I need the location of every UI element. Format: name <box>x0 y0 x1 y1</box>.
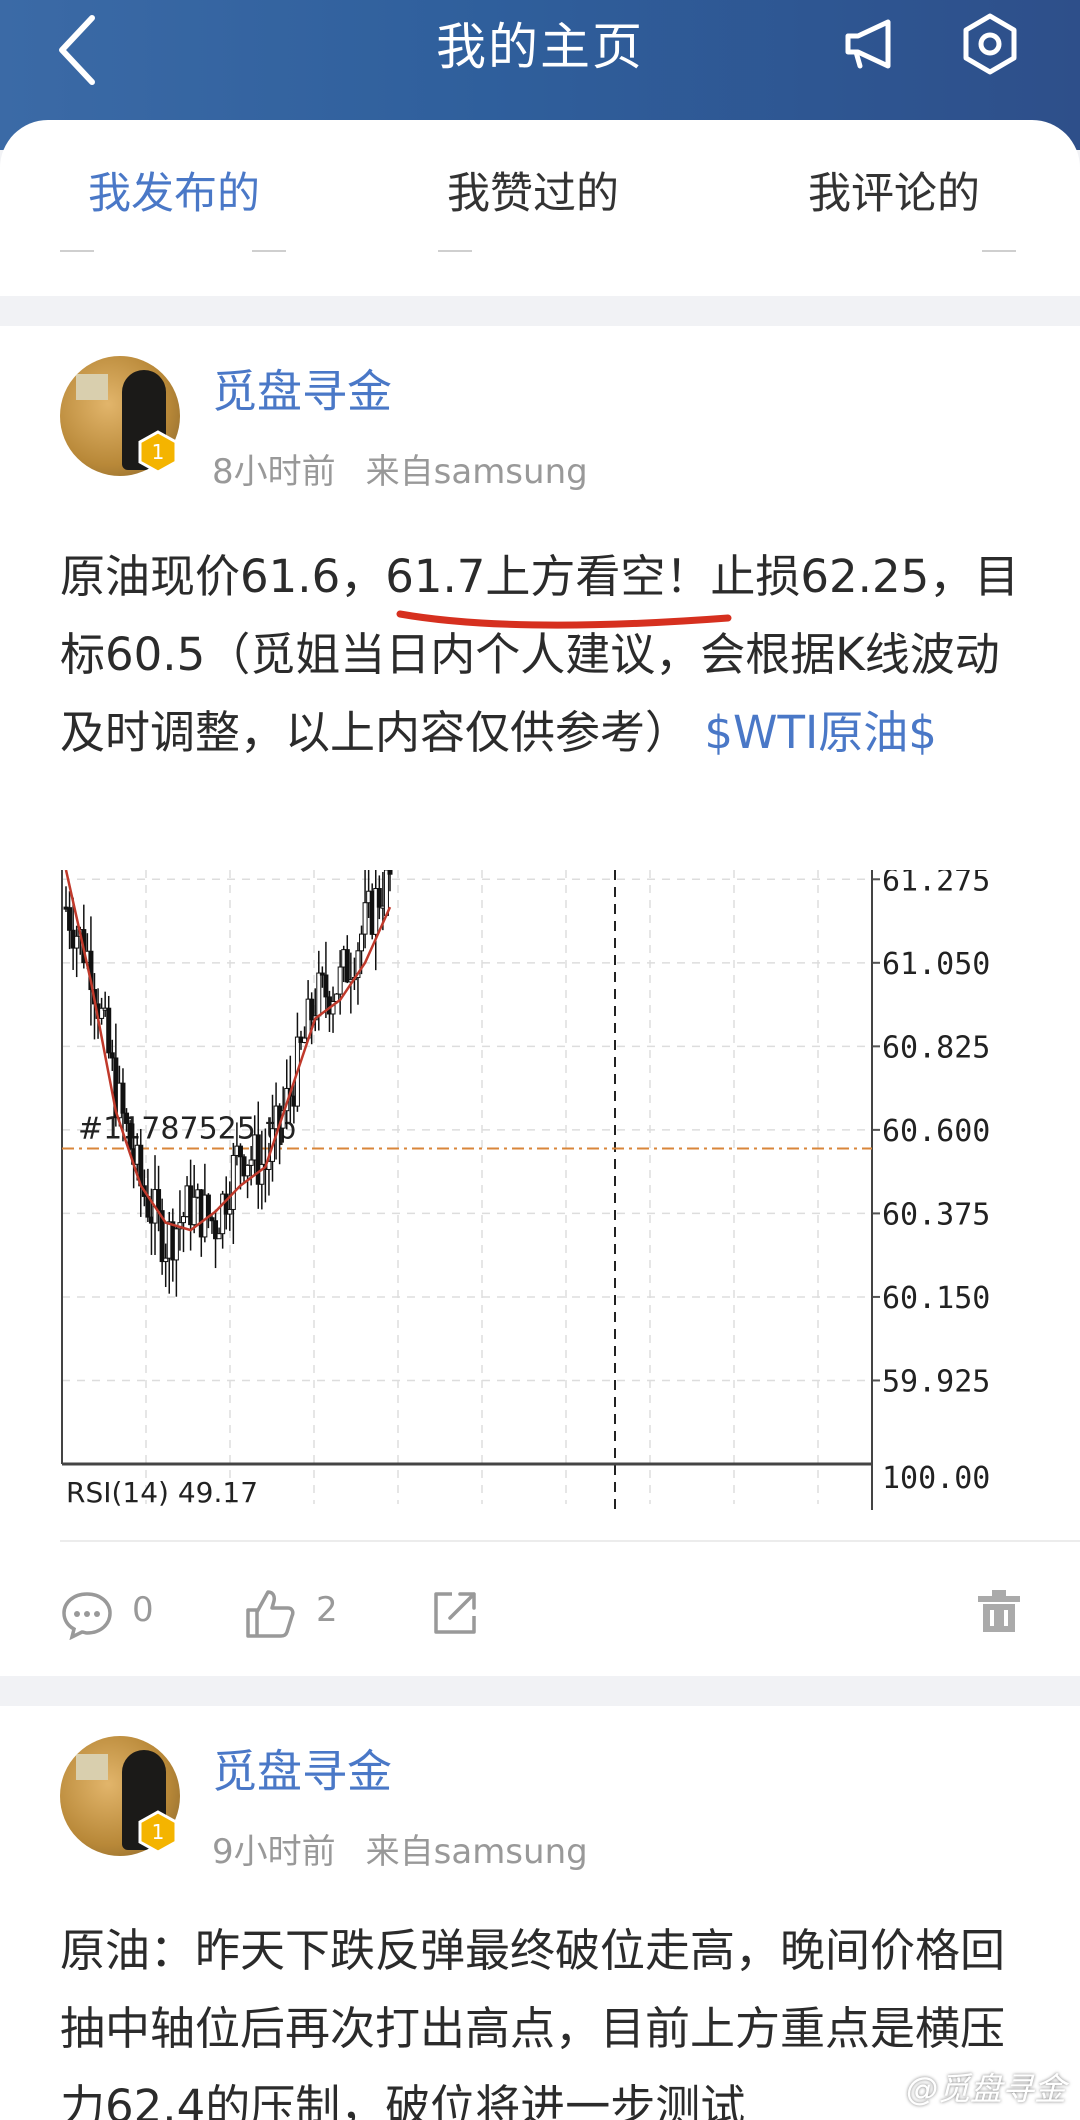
tab-indicator <box>60 250 94 252</box>
like-count: 2 <box>316 1590 338 1630</box>
candle-body <box>227 1208 233 1215</box>
post-text: 原油：昨天下跌反弹最终破位走高，晚间价格回抽中轴位后再次打出高点，目前上方重点是… <box>60 1912 1020 2120</box>
candle-body <box>216 1233 222 1240</box>
post-meta: 9小时前 来自samsung <box>212 1828 588 1876</box>
tab-divider <box>252 250 286 252</box>
tab-commented[interactable]: 我评论的 <box>808 164 980 224</box>
candle-body <box>245 1164 251 1177</box>
settings-gear-icon[interactable] <box>958 12 1022 76</box>
tab-divider <box>438 250 472 252</box>
candle-body <box>302 1037 308 1043</box>
candle-body <box>120 1082 126 1114</box>
svg-text:1: 1 <box>152 1820 165 1844</box>
candle-body <box>109 1052 115 1059</box>
post-time: 9小时前 <box>212 1832 336 1872</box>
page-title: 我的主页 <box>436 18 644 76</box>
price-tick-label: 61.050 <box>882 947 990 982</box>
order-label: #11787525 tp <box>78 1111 296 1146</box>
candle-body <box>387 870 393 875</box>
actions-divider <box>60 1540 1080 1542</box>
megaphone-icon[interactable] <box>842 14 902 74</box>
post-time: 8小时前 <box>212 452 336 492</box>
candle-body <box>383 870 389 916</box>
tab-my-posts[interactable]: 我发布的 <box>88 164 260 224</box>
delete-trash-icon[interactable] <box>976 1588 1022 1634</box>
tab-liked[interactable]: 我赞过的 <box>447 164 619 224</box>
candle-body <box>248 1159 254 1166</box>
price-tick-label: 61.275 <box>882 870 990 898</box>
candle-body <box>344 949 350 983</box>
price-tick-label: 60.600 <box>882 1114 990 1149</box>
post-body: 原油：昨天下跌反弹最终破位走高，晚间价格回抽中轴位后再次打出高点，目前上方重点是… <box>60 1924 1006 2120</box>
candle-body <box>124 1112 130 1124</box>
tab-divider <box>982 250 1016 252</box>
rsi-label: RSI(14) 49.17 <box>66 1476 258 1509</box>
avatar-background <box>76 1754 108 1780</box>
candle-body <box>106 1007 112 1054</box>
candle-body <box>362 902 368 935</box>
watermark: @觅盘寻金 <box>905 2070 1066 2108</box>
topic-tag[interactable]: $WTI原油$ <box>704 706 937 759</box>
post-meta: 8小时前 来自samsung <box>212 448 588 496</box>
section-gap <box>0 296 1080 326</box>
candle-body <box>376 888 382 908</box>
post-card: 1 觅盘寻金 9小时前 来自samsung 原油：昨天下跌反弹最终破位走高，晚间价… <box>0 1706 1080 2120</box>
level-badge-icon: 1 <box>138 1810 178 1854</box>
price-tick-label: 60.375 <box>882 1197 990 1232</box>
post-username[interactable]: 觅盘寻金 <box>212 1742 392 1802</box>
section-gap <box>0 1676 1080 1706</box>
candle-body <box>230 1154 236 1210</box>
candle-body <box>359 933 365 952</box>
candle-body <box>323 974 329 998</box>
svg-text:1: 1 <box>152 440 165 464</box>
candle-body <box>237 1145 243 1158</box>
level-badge-icon: 1 <box>138 430 178 474</box>
candle-body <box>337 966 343 995</box>
like-thumb-icon[interactable] <box>244 1588 296 1640</box>
post-source: 来自samsung <box>365 1832 588 1872</box>
handwritten-underline <box>396 610 732 629</box>
comment-icon[interactable] <box>60 1590 114 1640</box>
indicator-top-label: 100.00 <box>882 1461 990 1496</box>
candle-body <box>173 1228 179 1261</box>
price-chart[interactable]: 61.275 61.050 60.825 60.600 60.375 60.150 59.9… <box>60 870 1080 1510</box>
moving-average-line <box>64 870 392 1232</box>
post-username[interactable]: 觅盘寻金 <box>212 362 392 422</box>
candle-body <box>316 972 322 1017</box>
candle-body <box>156 1189 162 1212</box>
candle-body <box>127 1122 133 1150</box>
tab-bar: 我发布的 我赞过的 我评论的 <box>0 120 1080 296</box>
candle-body <box>67 907 73 931</box>
comment-count: 0 <box>132 1590 154 1630</box>
post-text: 原油现价61.6，61.7上方看空！止损62.25，目标60.5（觅姐当日内个人… <box>60 538 1020 772</box>
share-icon[interactable] <box>430 1588 480 1638</box>
candle-body <box>74 935 80 949</box>
candle-body <box>163 1257 169 1263</box>
price-tick-label: 60.150 <box>882 1281 990 1316</box>
candle-body <box>180 1216 186 1224</box>
avatar-background <box>76 374 108 400</box>
price-tick-label: 59.925 <box>882 1364 990 1399</box>
candle-body <box>191 1196 197 1226</box>
post-source: 来自samsung <box>365 452 588 492</box>
price-tick-label: 60.825 <box>882 1030 990 1065</box>
